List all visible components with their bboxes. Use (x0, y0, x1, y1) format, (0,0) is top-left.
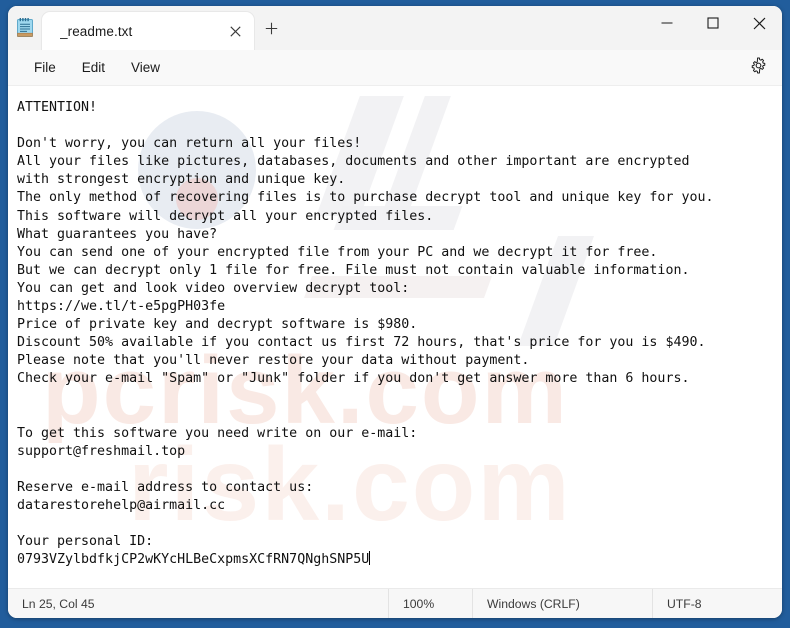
status-encoding[interactable]: UTF-8 (652, 589, 782, 618)
menu-item-file[interactable]: File (22, 56, 68, 79)
text-editor-area[interactable]: pcrisk.com risk.com ATTENTION! Don't wor… (8, 86, 782, 588)
new-tab-button[interactable] (254, 12, 288, 50)
editor-text[interactable]: ATTENTION! Don't worry, you can return a… (8, 86, 782, 569)
text-caret (369, 551, 371, 566)
close-icon (753, 17, 766, 30)
gear-icon (750, 57, 767, 79)
title-bar[interactable]: _readme.txt (8, 6, 782, 50)
desktop-background: _readme.txt File Edit View pcrisk.com ri… (0, 0, 790, 628)
minimize-icon (661, 17, 673, 29)
plus-icon (265, 22, 278, 40)
editor-text-body: ATTENTION! Don't worry, you can return a… (17, 100, 714, 568)
status-bar: Ln 25, Col 45 100% Windows (CRLF) UTF-8 (8, 588, 782, 618)
maximize-button[interactable] (690, 6, 736, 40)
status-cursor-position: Ln 25, Col 45 (22, 596, 95, 611)
window-controls[interactable] (644, 6, 782, 40)
status-line-ending[interactable]: Windows (CRLF) (472, 589, 652, 618)
menu-item-view[interactable]: View (119, 56, 172, 79)
notepad-icon (8, 6, 42, 50)
notepad-window: _readme.txt File Edit View pcrisk.com ri… (8, 6, 782, 618)
tab-readme[interactable]: _readme.txt (42, 12, 254, 50)
tab-title: _readme.txt (60, 23, 133, 39)
status-zoom-level[interactable]: 100% (388, 589, 472, 618)
close-icon[interactable] (222, 18, 248, 44)
close-button[interactable] (736, 6, 782, 40)
maximize-icon (707, 17, 719, 29)
menu-bar: File Edit View (8, 50, 782, 86)
menu-item-edit[interactable]: Edit (70, 56, 117, 79)
settings-button[interactable] (744, 54, 772, 82)
minimize-button[interactable] (644, 6, 690, 40)
